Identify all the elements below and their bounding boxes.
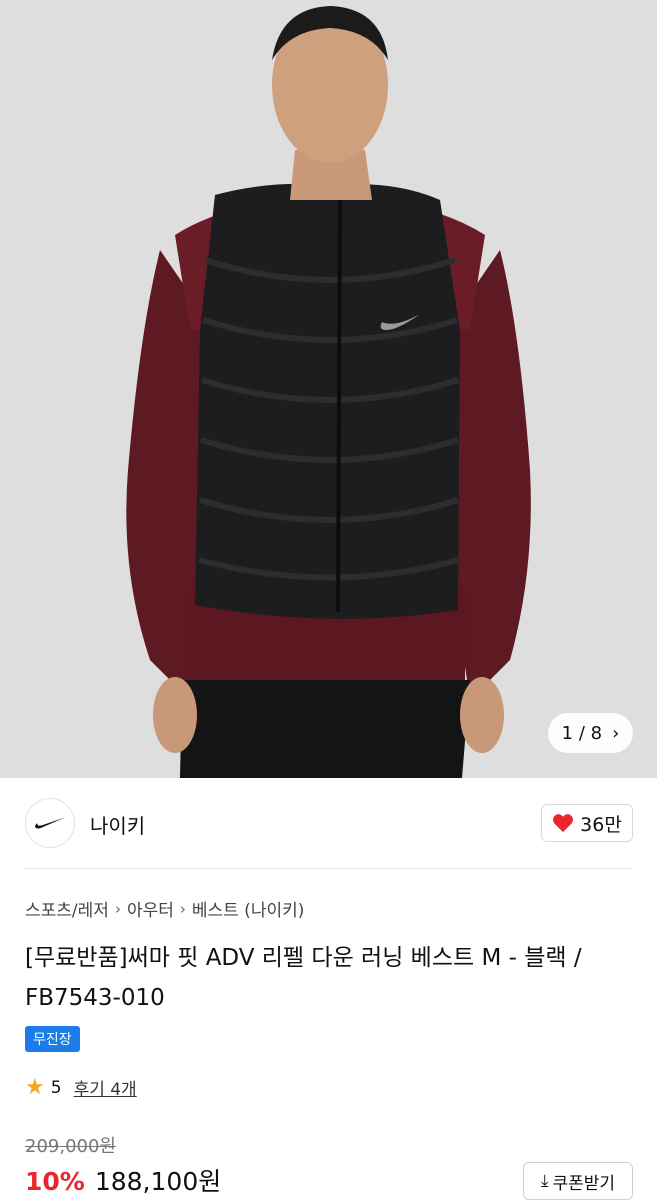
rating-value: 5 bbox=[50, 1077, 62, 1098]
brand-logo[interactable] bbox=[25, 798, 75, 848]
shipping-badge: 무진장 bbox=[25, 1026, 80, 1052]
original-price: 209,000원 bbox=[25, 1136, 116, 1157]
coupon-button[interactable]: ⤓ 쿠폰받기 bbox=[523, 1162, 633, 1200]
product-title: [무료반품]써마 핏 ADV 리펠 다운 러닝 베스트 M - 블랙 / FB7… bbox=[25, 945, 582, 1011]
chevron-right-icon: › bbox=[612, 722, 620, 744]
breadcrumb-item[interactable]: 베스트 (나이키) bbox=[192, 896, 305, 921]
star-icon: ★ bbox=[25, 1075, 45, 1100]
heart-icon bbox=[553, 814, 574, 833]
chevron-right-icon: › bbox=[179, 899, 186, 918]
breadcrumb-item[interactable]: 스포츠/레저 bbox=[25, 896, 109, 921]
nike-swoosh-logo bbox=[35, 817, 66, 829]
like-count: 36만 bbox=[580, 813, 622, 836]
brand-row: 나이키 36만 bbox=[0, 778, 657, 868]
breadcrumb-item[interactable]: 아우터 bbox=[127, 896, 174, 921]
product-photo-illustration bbox=[0, 0, 657, 778]
breadcrumb: 스포츠/레저 › 아우터 › 베스트 (나이키) bbox=[25, 896, 305, 922]
coupon-label: 쿠폰받기 bbox=[552, 1173, 616, 1194]
like-button[interactable]: 36만 bbox=[541, 804, 633, 842]
divider bbox=[25, 868, 632, 869]
image-pager[interactable]: 1 / 8 › bbox=[548, 713, 633, 753]
product-image[interactable]: 1 / 8 › bbox=[0, 0, 657, 778]
pager-text: 1 / 8 bbox=[561, 722, 603, 744]
chevron-right-icon: › bbox=[114, 899, 121, 918]
download-icon: ⤓ bbox=[540, 1171, 549, 1191]
discount-rate: 10% bbox=[25, 1167, 85, 1196]
sale-price: 188,100원 bbox=[94, 1167, 222, 1196]
price-row: 10% 188,100원 bbox=[25, 1162, 221, 1198]
reviews-link[interactable]: 후기 4개 bbox=[74, 1075, 137, 1100]
brand-name[interactable]: 나이키 bbox=[90, 810, 145, 839]
rating-row[interactable]: ★ 5 후기 4개 bbox=[25, 1075, 137, 1100]
